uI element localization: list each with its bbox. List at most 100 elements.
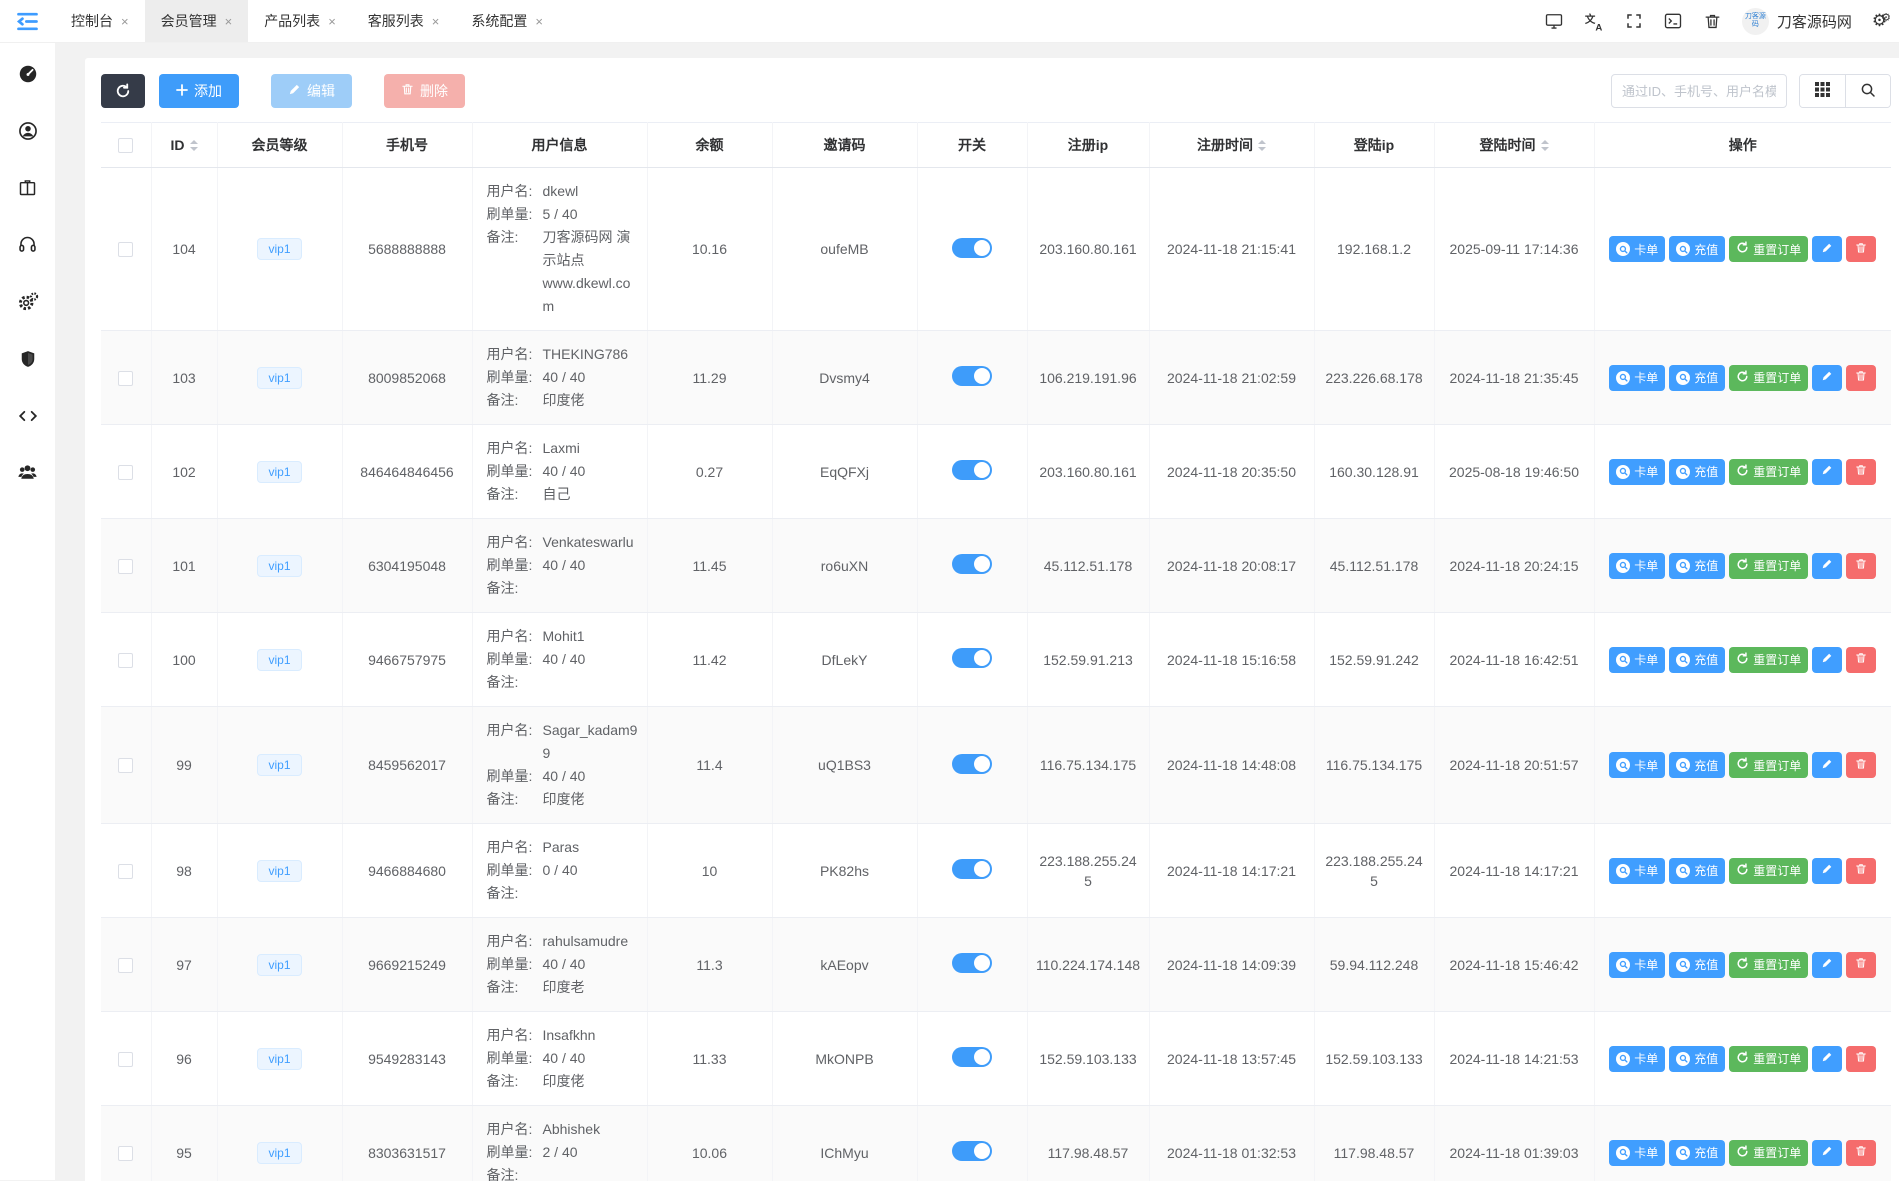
translate-icon[interactable]: 文A xyxy=(1584,11,1605,32)
monitor-icon[interactable] xyxy=(1544,11,1564,31)
edit-row-button[interactable] xyxy=(1812,952,1842,978)
row-checkbox[interactable] xyxy=(118,1052,133,1067)
recharge-button[interactable]: 充值 xyxy=(1669,1046,1725,1072)
edit-row-button[interactable] xyxy=(1812,1046,1842,1072)
recharge-button[interactable]: 充值 xyxy=(1669,1140,1725,1166)
card-order-button[interactable]: 卡单 xyxy=(1609,553,1665,579)
reset-order-button[interactable]: 重置订单 xyxy=(1729,365,1808,391)
reset-order-button[interactable]: 重置订单 xyxy=(1729,236,1808,262)
sidebar-item-package[interactable] xyxy=(0,177,55,201)
card-order-button[interactable]: 卡单 xyxy=(1609,1046,1665,1072)
reset-order-button[interactable]: 重置订单 xyxy=(1729,858,1808,884)
delete-row-button[interactable] xyxy=(1846,365,1876,391)
card-order-button[interactable]: 卡单 xyxy=(1609,752,1665,778)
delete-row-button[interactable] xyxy=(1846,459,1876,485)
sidebar-item-headset[interactable] xyxy=(0,234,55,258)
sidebar-item-shield[interactable] xyxy=(0,348,55,372)
tab-item[interactable]: 控制台× xyxy=(55,0,145,42)
terminal-icon[interactable] xyxy=(1663,11,1683,31)
sort-icon[interactable] xyxy=(190,140,198,151)
tab-item[interactable]: 产品列表× xyxy=(248,0,352,42)
reset-order-button[interactable]: 重置订单 xyxy=(1729,952,1808,978)
sort-icon[interactable] xyxy=(1541,140,1549,151)
search-input[interactable] xyxy=(1611,74,1787,108)
card-order-button[interactable]: 卡单 xyxy=(1609,952,1665,978)
delete-row-button[interactable] xyxy=(1846,952,1876,978)
edit-row-button[interactable] xyxy=(1812,236,1842,262)
refresh-button[interactable] xyxy=(101,74,145,108)
reset-order-button[interactable]: 重置订单 xyxy=(1729,752,1808,778)
delete-row-button[interactable] xyxy=(1846,752,1876,778)
member-switch-toggle[interactable] xyxy=(952,1047,992,1067)
reset-order-button[interactable]: 重置订单 xyxy=(1729,553,1808,579)
member-switch-toggle[interactable] xyxy=(952,754,992,774)
row-checkbox[interactable] xyxy=(118,1146,133,1161)
menu-collapse-icon[interactable] xyxy=(0,0,55,42)
edit-row-button[interactable] xyxy=(1812,553,1842,579)
edit-row-button[interactable] xyxy=(1812,858,1842,884)
grid-view-button[interactable] xyxy=(1800,75,1845,107)
tab-close-icon[interactable]: × xyxy=(432,15,440,28)
delete-row-button[interactable] xyxy=(1846,1046,1876,1072)
recharge-button[interactable]: 充值 xyxy=(1669,752,1725,778)
card-order-button[interactable]: 卡单 xyxy=(1609,858,1665,884)
row-checkbox[interactable] xyxy=(118,958,133,973)
recharge-button[interactable]: 充值 xyxy=(1669,553,1725,579)
member-switch-toggle[interactable] xyxy=(952,460,992,480)
tab-close-icon[interactable]: × xyxy=(328,15,336,28)
row-checkbox[interactable] xyxy=(118,653,133,668)
sort-icon[interactable] xyxy=(1258,140,1266,151)
delete-row-button[interactable] xyxy=(1846,553,1876,579)
row-checkbox[interactable] xyxy=(118,559,133,574)
reset-order-button[interactable]: 重置订单 xyxy=(1729,459,1808,485)
tab-item[interactable]: 会员管理× xyxy=(145,0,249,42)
member-switch-toggle[interactable] xyxy=(952,554,992,574)
delete-row-button[interactable] xyxy=(1846,858,1876,884)
edit-row-button[interactable] xyxy=(1812,1140,1842,1166)
edit-row-button[interactable] xyxy=(1812,752,1842,778)
add-button[interactable]: 添加 xyxy=(159,74,239,108)
delete-row-button[interactable] xyxy=(1846,236,1876,262)
card-order-button[interactable]: 卡单 xyxy=(1609,647,1665,673)
edit-row-button[interactable] xyxy=(1812,459,1842,485)
gears-icon[interactable]: ⚙⚙ xyxy=(1872,11,1885,31)
reset-order-button[interactable]: 重置订单 xyxy=(1729,1140,1808,1166)
sidebar-item-gears[interactable] xyxy=(0,291,55,315)
edit-row-button[interactable] xyxy=(1812,647,1842,673)
member-switch-toggle[interactable] xyxy=(952,238,992,258)
delete-button[interactable]: 删除 xyxy=(384,74,465,108)
recharge-button[interactable]: 充值 xyxy=(1669,236,1725,262)
recharge-button[interactable]: 充值 xyxy=(1669,365,1725,391)
select-all-checkbox[interactable] xyxy=(118,138,133,153)
tab-close-icon[interactable]: × xyxy=(535,15,543,28)
recharge-button[interactable]: 充值 xyxy=(1669,858,1725,884)
tab-item[interactable]: 客服列表× xyxy=(352,0,456,42)
card-order-button[interactable]: 卡单 xyxy=(1609,1140,1665,1166)
sidebar-item-code[interactable] xyxy=(0,405,55,429)
member-switch-toggle[interactable] xyxy=(952,859,992,879)
card-order-button[interactable]: 卡单 xyxy=(1609,459,1665,485)
recharge-button[interactable]: 充值 xyxy=(1669,952,1725,978)
row-checkbox[interactable] xyxy=(118,465,133,480)
sidebar-item-dashboard[interactable] xyxy=(0,63,55,87)
member-switch-toggle[interactable] xyxy=(952,366,992,386)
row-checkbox[interactable] xyxy=(118,864,133,879)
sidebar-item-user-circle[interactable] xyxy=(0,120,55,144)
card-order-button[interactable]: 卡单 xyxy=(1609,365,1665,391)
card-order-button[interactable]: 卡单 xyxy=(1609,236,1665,262)
recharge-button[interactable]: 充值 xyxy=(1669,647,1725,673)
sidebar-item-users[interactable] xyxy=(0,462,55,486)
brand[interactable]: 刀客源码 刀客源码网 xyxy=(1742,8,1852,35)
delete-row-button[interactable] xyxy=(1846,647,1876,673)
delete-row-button[interactable] xyxy=(1846,1140,1876,1166)
member-switch-toggle[interactable] xyxy=(952,648,992,668)
row-checkbox[interactable] xyxy=(118,371,133,386)
trash-icon[interactable] xyxy=(1703,12,1722,31)
edit-button[interactable]: 编辑 xyxy=(271,74,352,108)
member-switch-toggle[interactable] xyxy=(952,1141,992,1161)
recharge-button[interactable]: 充值 xyxy=(1669,459,1725,485)
fullscreen-icon[interactable] xyxy=(1625,12,1643,30)
row-checkbox[interactable] xyxy=(118,242,133,257)
edit-row-button[interactable] xyxy=(1812,365,1842,391)
tab-item[interactable]: 系统配置× xyxy=(455,0,559,42)
